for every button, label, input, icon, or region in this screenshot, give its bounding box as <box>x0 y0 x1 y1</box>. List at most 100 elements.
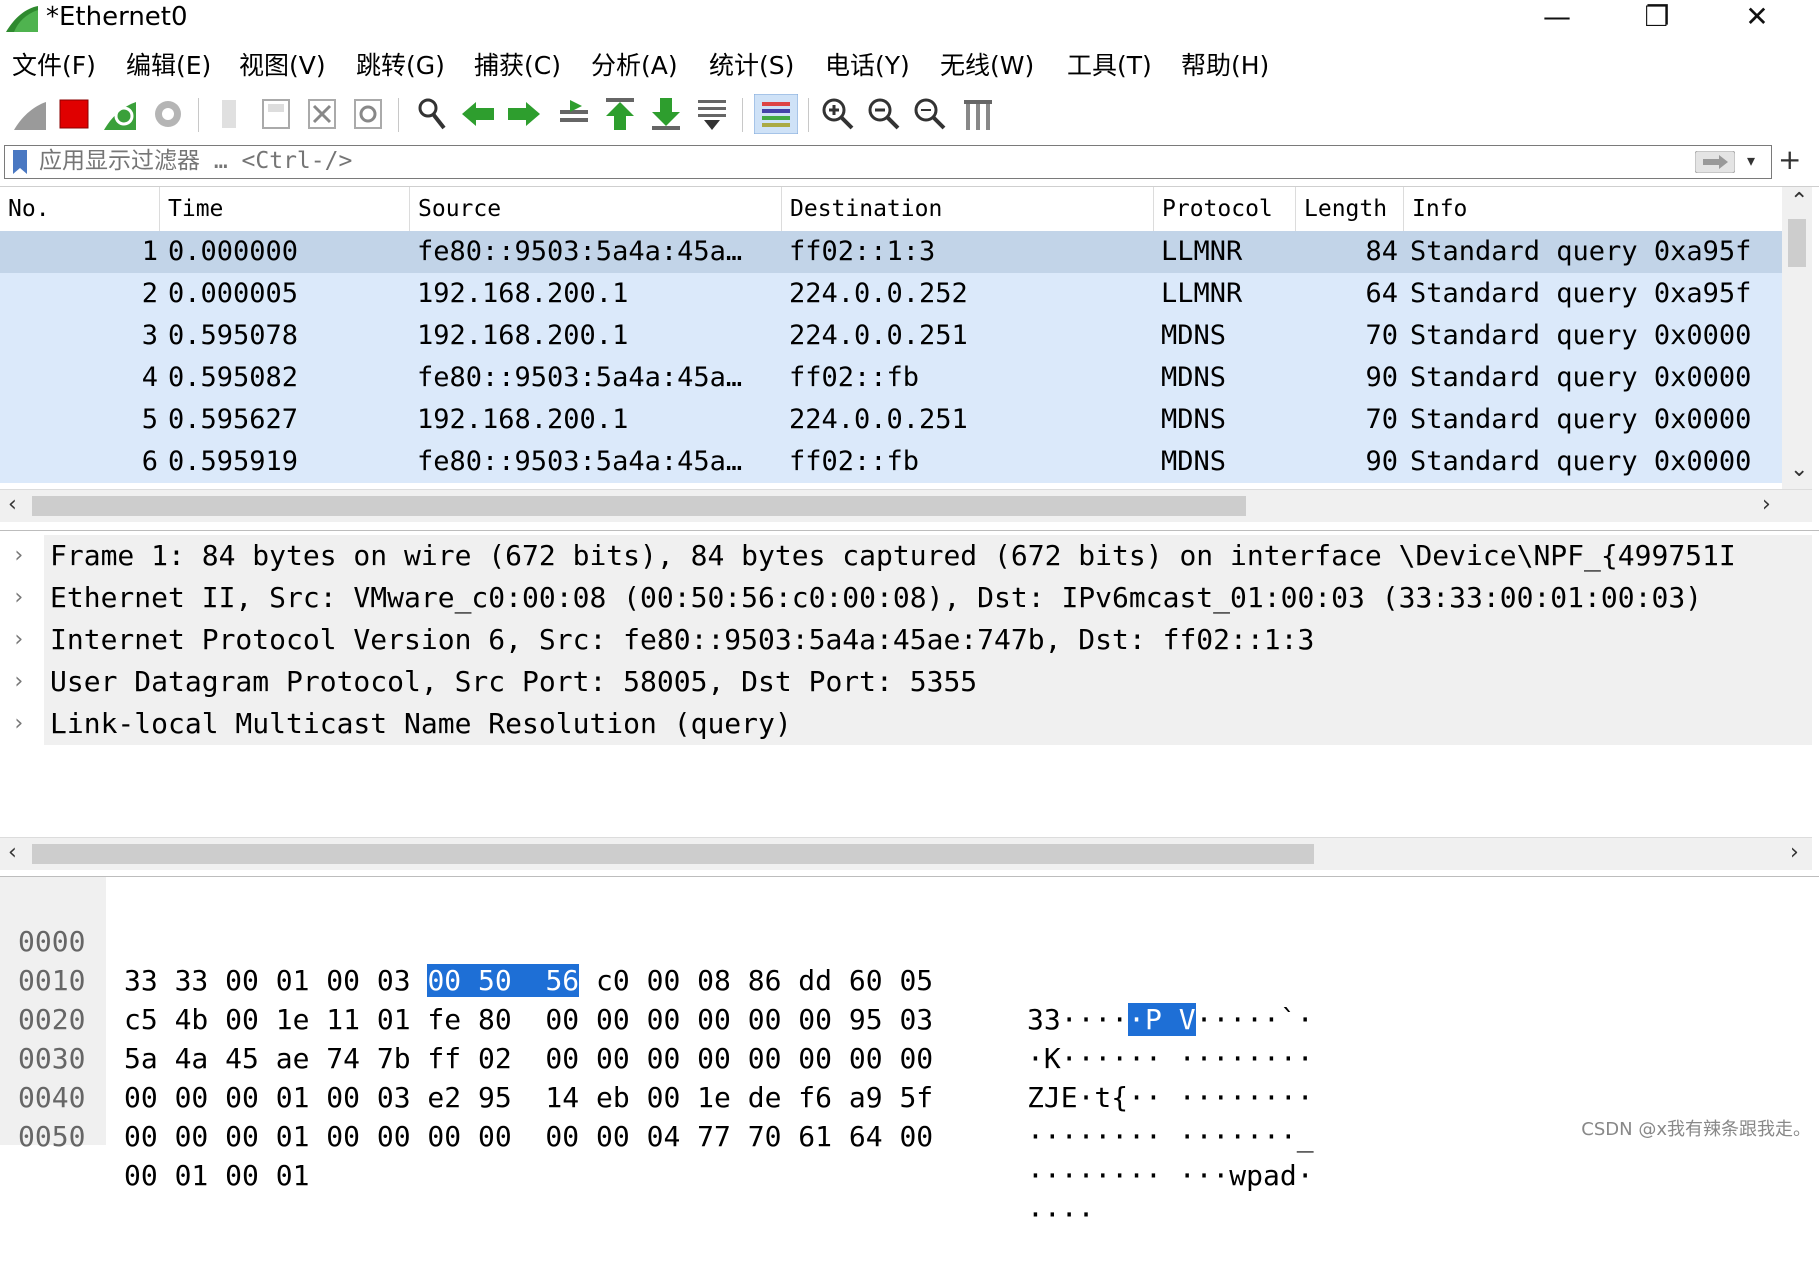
hex-bytes[interactable]: 00 01 00 01 <box>124 1156 309 1195</box>
menu-telephony[interactable]: 电话(Y) <box>825 46 910 86</box>
menu-go[interactable]: 跳转(G) <box>356 46 445 86</box>
packet-source: 192.168.200.1 <box>417 320 629 351</box>
detail-udp-text: User Datagram Protocol, Src Port: 58005,… <box>44 661 1812 703</box>
menu-capture[interactable]: 捕获(C) <box>474 46 561 86</box>
hex-row[interactable]: 0030 00 00 00 01 00 03 e2 95 14 eb 00 1e… <box>0 1000 1400 1153</box>
save-file-icon[interactable] <box>258 96 294 132</box>
packet-protocol: MDNS <box>1161 404 1227 435</box>
find-packet-icon[interactable] <box>414 96 450 132</box>
bookmark-icon[interactable] <box>13 150 27 174</box>
go-to-packet-icon[interactable] <box>556 96 592 132</box>
go-last-packet-icon[interactable] <box>648 96 684 132</box>
detail-tree-item[interactable]: › Link-local Multicast Name Resolution (… <box>0 703 1812 745</box>
scroll-thumb[interactable] <box>32 496 1246 516</box>
hex-row[interactable]: 0010 c5 4b 00 1e 11 01 fe 80 00 00 00 00… <box>0 922 1400 1075</box>
packet-time: 0.000000 <box>168 236 299 267</box>
ascii-bytes[interactable]: ········ ·······_ <box>1027 1117 1314 1156</box>
ascii-bytes[interactable]: ···· <box>1027 1195 1094 1234</box>
packet-protocol: MDNS <box>1161 320 1227 351</box>
filter-history-dropdown-icon[interactable]: ▾ <box>1747 146 1755 176</box>
column-header-no[interactable]: No. <box>0 187 160 231</box>
resize-columns-icon[interactable] <box>960 96 996 132</box>
ascii-bytes[interactable]: ········ ···wpad· <box>1027 1156 1314 1195</box>
packet-list-vertical-scrollbar[interactable]: ⌃ ⌄ <box>1782 187 1812 489</box>
go-first-packet-icon[interactable] <box>602 96 638 132</box>
maximize-icon[interactable]: ❐ <box>1617 0 1697 36</box>
menu-help[interactable]: 帮助(H) <box>1181 46 1269 86</box>
packet-protocol: LLMNR <box>1161 278 1243 309</box>
auto-scroll-icon[interactable] <box>694 96 730 132</box>
start-capture-fin-icon[interactable] <box>12 96 48 132</box>
scroll-right-arrow-icon[interactable]: › <box>1762 492 1771 517</box>
close-icon[interactable]: ✕ <box>1717 0 1797 36</box>
display-filter-input[interactable] <box>39 146 1639 176</box>
packet-row[interactable]: 1 0.000000 fe80::9503:5a4a:45a… ff02::1:… <box>0 231 1782 273</box>
details-horizontal-scrollbar[interactable]: ‹ › <box>0 837 1812 870</box>
scroll-thumb[interactable] <box>1788 219 1806 267</box>
toolbar-separator <box>808 98 809 132</box>
zoom-normal-icon[interactable] <box>912 96 948 132</box>
hex-row[interactable]: 0020 5a 4a 45 ae 74 7b ff 02 00 00 00 00… <box>0 961 1400 1114</box>
go-forward-arrow-icon[interactable] <box>506 96 542 132</box>
scroll-down-arrow-icon[interactable]: ⌄ <box>1790 457 1808 482</box>
stop-capture-icon[interactable] <box>56 96 92 132</box>
packet-protocol: LLMNR <box>1161 236 1243 267</box>
zoom-in-icon[interactable] <box>820 96 856 132</box>
hex-row[interactable]: 0000 33 33 00 01 00 03 00 50 56 c0 00 08… <box>0 883 1400 1036</box>
menu-file[interactable]: 文件(F) <box>12 46 96 86</box>
packet-row[interactable]: 4 0.595082 fe80::9503:5a4a:45a… ff02::fb… <box>0 357 1782 399</box>
menu-wireless[interactable]: 无线(W) <box>940 46 1034 86</box>
column-header-info[interactable]: Info <box>1404 187 1782 231</box>
menu-edit[interactable]: 编辑(E) <box>126 46 211 86</box>
detail-tree-item[interactable]: › Internet Protocol Version 6, Src: fe80… <box>0 619 1812 661</box>
expand-chevron-icon[interactable]: › <box>12 577 36 619</box>
menu-statistics[interactable]: 统计(S) <box>709 46 794 86</box>
column-header-destination[interactable]: Destination <box>782 187 1154 231</box>
hex-bytes[interactable]: 00 00 00 01 00 00 00 00 00 00 04 77 70 6… <box>124 1117 933 1156</box>
hex-row[interactable]: 0040 00 00 00 01 00 00 00 00 00 00 04 77… <box>0 1039 1400 1192</box>
restart-capture-icon[interactable] <box>102 96 138 132</box>
zoom-out-icon[interactable] <box>866 96 902 132</box>
open-file-icon[interactable] <box>212 96 248 132</box>
packet-protocol: MDNS <box>1161 362 1227 393</box>
add-filter-button-plus-icon[interactable]: + <box>1778 144 1801 176</box>
column-header-protocol[interactable]: Protocol <box>1154 187 1296 231</box>
packet-row[interactable]: 6 0.595919 fe80::9503:5a4a:45a… ff02::fb… <box>0 441 1782 483</box>
packet-time: 0.000005 <box>168 278 299 309</box>
reload-file-icon[interactable] <box>350 96 386 132</box>
scroll-right-arrow-icon[interactable]: › <box>1790 840 1799 865</box>
scroll-left-arrow-icon[interactable]: ‹ <box>8 840 17 865</box>
colorize-packet-list-icon[interactable] <box>754 94 798 134</box>
column-header-source[interactable]: Source <box>410 187 782 231</box>
scroll-up-arrow-icon[interactable]: ⌃ <box>1790 189 1808 214</box>
menu-tools[interactable]: 工具(T) <box>1067 46 1152 86</box>
scroll-left-arrow-icon[interactable]: ‹ <box>8 492 17 517</box>
column-header-time[interactable]: Time <box>160 187 410 231</box>
detail-ethernet-text: Ethernet II, Src: VMware_c0:00:08 (00:50… <box>44 577 1812 619</box>
detail-tree-item[interactable]: › Ethernet II, Src: VMware_c0:00:08 (00:… <box>0 577 1812 619</box>
packet-time: 0.595078 <box>168 320 299 351</box>
expand-chevron-icon[interactable]: › <box>12 661 36 703</box>
expand-chevron-icon[interactable]: › <box>12 535 36 577</box>
title-bar: *Ethernet0 — ❐ ✕ <box>0 0 1819 36</box>
packet-row[interactable]: 3 0.595078 192.168.200.1 224.0.0.251 MDN… <box>0 315 1782 357</box>
column-header-length[interactable]: Length <box>1296 187 1404 231</box>
menu-analyze[interactable]: 分析(A) <box>591 46 678 86</box>
capture-options-gear-icon[interactable] <box>150 96 186 132</box>
detail-tree-item[interactable]: › Frame 1: 84 bytes on wire (672 bits), … <box>0 535 1812 577</box>
packet-row[interactable]: 2 0.000005 192.168.200.1 224.0.0.252 LLM… <box>0 273 1782 315</box>
detail-tree-item[interactable]: › User Datagram Protocol, Src Port: 5800… <box>0 661 1812 703</box>
minimize-icon[interactable]: — <box>1517 0 1597 36</box>
menu-view[interactable]: 视图(V) <box>239 46 326 86</box>
hex-row[interactable]: 0050 00 01 00 01 ···· <box>0 1078 1400 1231</box>
expand-chevron-icon[interactable]: › <box>12 703 36 745</box>
packet-info: Standard query 0x0000 <box>1410 362 1752 393</box>
expand-chevron-icon[interactable]: › <box>12 619 36 661</box>
packet-row[interactable]: 5 0.595627 192.168.200.1 224.0.0.251 MDN… <box>0 399 1782 441</box>
toolbar-separator <box>198 98 199 132</box>
scroll-thumb[interactable] <box>32 844 1314 864</box>
packet-list-horizontal-scrollbar[interactable]: ‹ › <box>0 489 1812 522</box>
go-back-arrow-icon[interactable] <box>460 96 496 132</box>
apply-filter-arrow-icon[interactable] <box>1695 151 1735 173</box>
close-file-icon[interactable] <box>304 96 340 132</box>
